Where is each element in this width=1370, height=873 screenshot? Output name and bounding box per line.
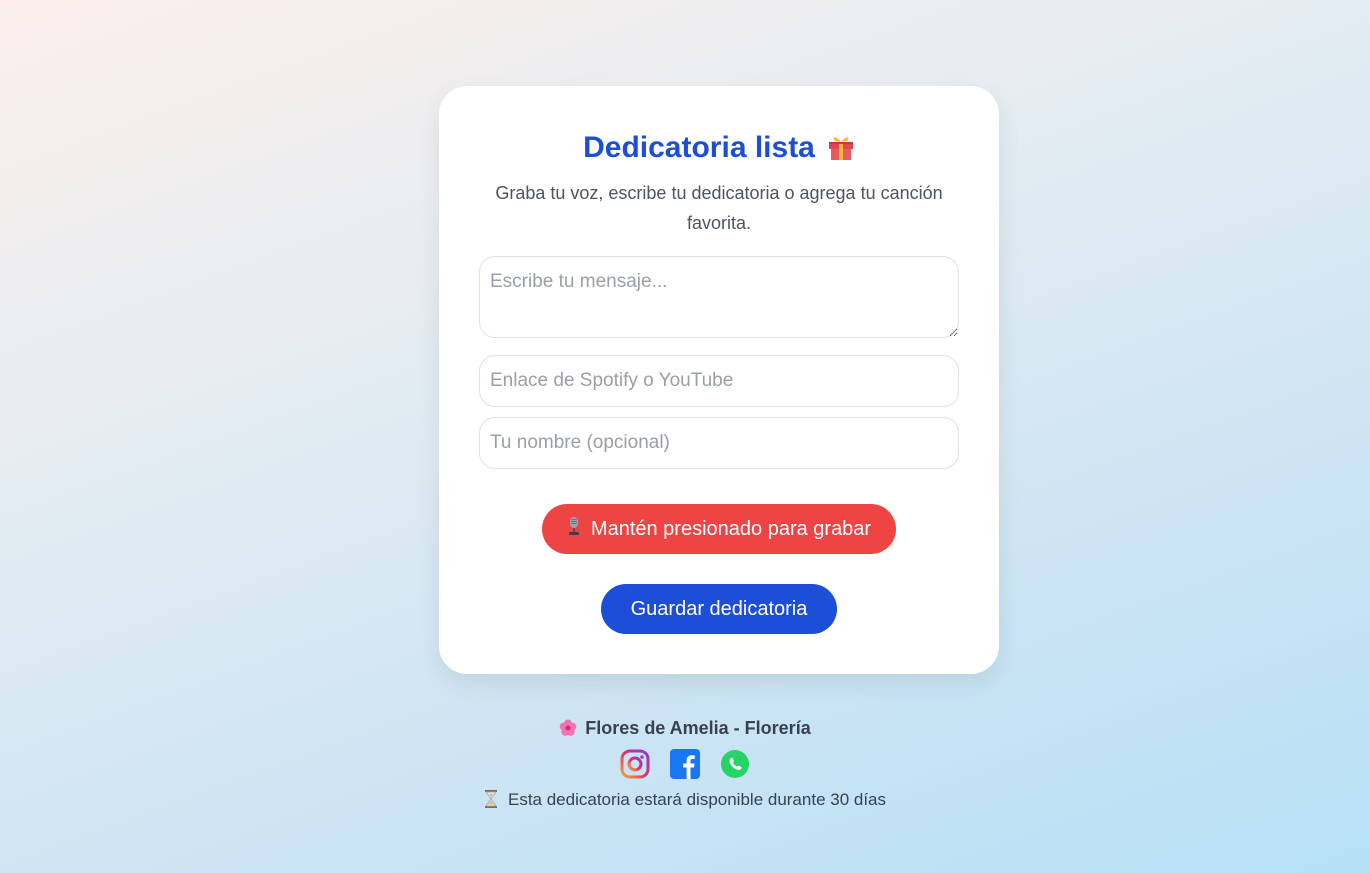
dedication-card: Dedicatoria lista Graba tu voz, escribe … <box>439 86 999 674</box>
song-link-input[interactable] <box>479 355 959 407</box>
brand-row: Flores de Amelia - Florería <box>0 712 1370 747</box>
card-title: Dedicatoria lista <box>583 131 815 164</box>
flower-icon <box>559 715 577 747</box>
hourglass-icon <box>484 790 498 816</box>
record-button-label: Mantén presionado para grabar <box>590 517 872 540</box>
footer: Flores de Amelia - Florería Esta dedicat… <box>0 712 1370 816</box>
instagram-icon <box>620 749 650 783</box>
social-links <box>0 749 1370 781</box>
brand-name: Flores de Amelia - Florería <box>585 718 811 738</box>
whatsapp-icon <box>720 750 750 783</box>
availability-note: Esta dedicatoria estará disponible duran… <box>507 790 887 809</box>
record-button[interactable]: Mantén presionado para grabar <box>542 504 896 554</box>
save-dedication-button[interactable]: Guardar dedicatoria <box>601 584 837 634</box>
availability-note-row: Esta dedicatoria estará disponible duran… <box>0 787 1370 816</box>
whatsapp-link[interactable] <box>720 749 750 779</box>
save-button-label: Guardar dedicatoria <box>630 597 808 620</box>
card-title-row: Dedicatoria lista <box>439 130 999 170</box>
instagram-link[interactable] <box>620 749 650 779</box>
gift-icon <box>827 131 855 170</box>
card-subtitle: Graba tu voz, escribe tu dedicatoria o a… <box>495 183 943 233</box>
facebook-icon <box>670 749 700 783</box>
message-textarea[interactable] <box>479 256 959 338</box>
name-input[interactable] <box>479 417 959 469</box>
facebook-link[interactable] <box>670 749 700 779</box>
microphone-icon <box>567 516 581 542</box>
